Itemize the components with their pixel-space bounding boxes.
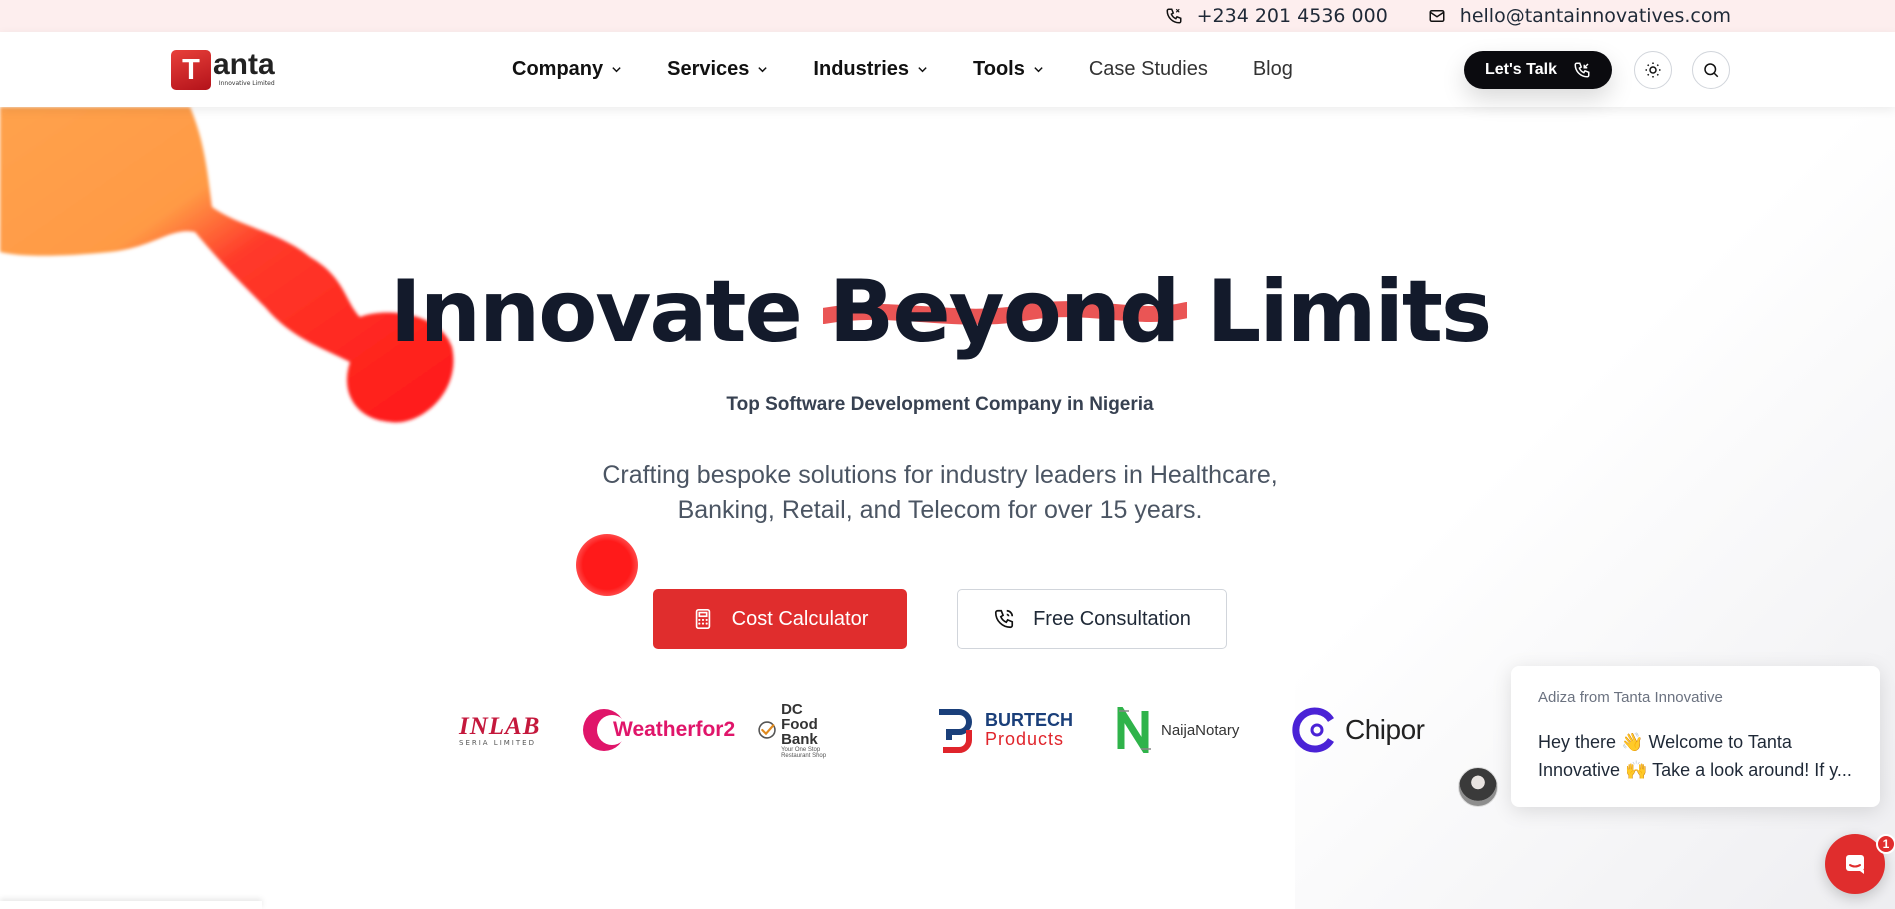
chat-sender: Adiza from Tanta Innovative [1538,689,1723,706]
chat-agent-avatar[interactable] [1458,767,1498,807]
nav-item-services[interactable]: Services [667,58,768,81]
client-logo-text: DC Food Bank Your One Stop Restaurant Sho… [781,702,836,759]
search-button[interactable] [1692,51,1730,89]
client-logo-line1: BURTECH [985,710,1073,731]
client-logo-weatherfor2: Weatherfor2 [581,700,735,760]
email-contact[interactable]: hello@tantainnovatives.com [1428,5,1731,27]
free-consultation-button[interactable]: Free Consultation [957,589,1227,649]
client-logo-text: NaijaNotary [1161,721,1240,739]
lets-talk-label: Let's Talk [1485,61,1557,78]
logo-text: anta Innovative Limited [213,50,275,87]
hero-title-start: Innovate [389,262,829,362]
client-logo-burtech: BURTECH Products [933,700,1073,760]
client-logo-text: Chipor [1345,714,1425,745]
client-logo-text: BURTECH Products [985,711,1073,749]
search-icon [1704,63,1719,78]
free-consultation-label: Free Consultation [1033,607,1191,630]
nav-item-tools[interactable]: Tools [973,58,1044,81]
hero-title: Innovate Beyond Limits [0,262,1880,362]
logo-word: anta [213,48,275,81]
n-letter-icon [1117,707,1151,753]
client-logo-text: INLAB [459,712,541,740]
client-logo-subtext: SERIA LIMITED [459,738,536,747]
chevron-down-icon [1034,67,1043,73]
theme-toggle-button[interactable] [1634,51,1672,89]
client-logo-chipor: Chipor [1291,700,1425,760]
chat-preview-card[interactable]: Adiza from Tanta Innovative Hey there 👋 … [1511,666,1880,807]
client-logo-subtext: Your One Stop Restaurant Shop [781,746,827,759]
client-logo-naijanotary: NaijaNotary [1115,700,1239,760]
hero-description: Crafting bespoke solutions for industry … [602,461,1278,524]
client-logo-line2: Products [985,729,1065,749]
chat-bubble-icon [1846,855,1864,874]
client-logo-name: DC Food Bank [781,700,818,748]
chevron-down-icon [758,67,768,73]
nav-item-label: Case Studies [1088,58,1208,80]
phone-call-icon [994,609,1014,629]
lets-talk-button[interactable]: Let's Talk [1464,51,1612,89]
client-logo-text: Weatherfor2 [613,718,736,741]
main-navbar: T anta Innovative Limited Company Servic… [0,32,1895,107]
phone-incoming-icon [1574,62,1590,78]
client-logo-inlab: INLAB SERIA LIMITED [459,700,540,760]
bottom-panel-edge [0,901,262,909]
phone-number[interactable]: +234 201 4536 000 [1197,5,1388,27]
cost-calculator-button[interactable]: Cost Calculator [653,589,907,649]
burtech-mark-icon [939,709,972,753]
phone-contact[interactable]: +234 201 4536 000 [1165,5,1388,27]
nav-item-label: Company [512,58,604,80]
sun-icon [1645,62,1661,78]
nav-menu: Company Services Industries Tools Case S… [512,32,1293,107]
chipor-c-icon [1292,707,1334,753]
chevron-down-icon [612,67,621,73]
checkmark-basket-icon [758,721,776,739]
red-dot-decoration [576,534,638,596]
mail-icon [1429,10,1445,22]
nav-item-blog[interactable]: Blog [1253,58,1293,81]
nav-item-label: Tools [973,58,1025,80]
phone-icon [1166,8,1182,24]
nav-item-industries[interactable]: Industries [813,58,928,81]
logo-tagline: Innovative Limited [218,80,275,87]
nav-item-label: Industries [813,58,909,80]
nav-item-case-studies[interactable]: Case Studies [1089,58,1208,81]
chat-unread-badge: 1 [1876,834,1895,854]
calculator-icon [695,609,710,629]
hero-title-strike-text: Beyond [828,262,1181,362]
logo-mark: T [171,50,211,90]
top-contact-bar: +234 201 4536 000 hello@tantainnovatives… [0,0,1895,32]
email-address[interactable]: hello@tantainnovatives.com [1460,5,1731,27]
nav-item-company[interactable]: Company [512,58,622,81]
cost-calculator-label: Cost Calculator [731,607,869,630]
hero-title-strike-word: Beyond [822,262,1187,362]
client-logo-dc-food-bank: DC Food Bank Your One Stop Restaurant Sho… [757,700,836,760]
chevron-down-icon [918,67,927,73]
brand-logo[interactable]: T anta Innovative Limited [171,50,275,90]
hero-subtitle: Top Software Development Company in Nige… [726,394,1154,415]
hero-title-end: Limits [1178,262,1493,362]
chat-message: Hey there 👋 Welcome to Tanta Innovative … [1538,732,1852,780]
nav-item-label: Services [667,58,750,80]
nav-item-label: Blog [1252,58,1293,80]
